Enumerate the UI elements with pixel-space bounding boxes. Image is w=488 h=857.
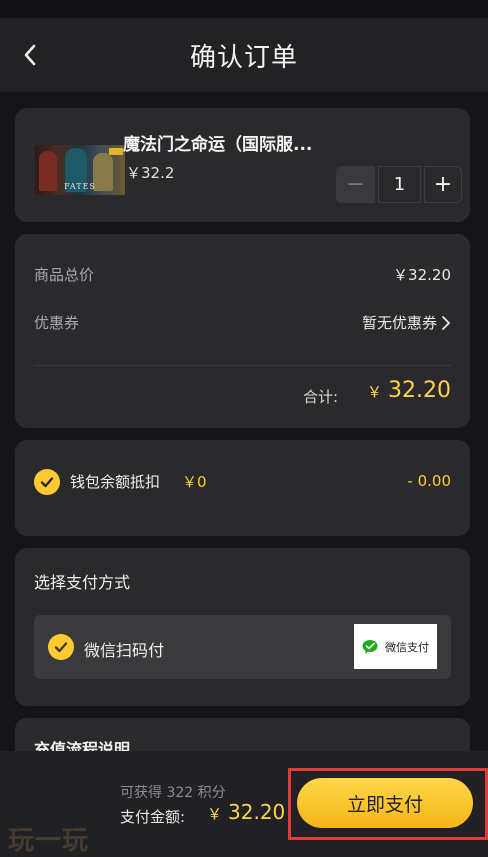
wallet-label: 钱包余额抵扣 — [70, 473, 161, 491]
payment-option-wechat[interactable]: 微信扫码付 微信支付 — [34, 615, 451, 679]
chevron-right-icon — [442, 315, 450, 330]
wechat-pay-logo: 微信支付 — [354, 624, 437, 669]
wechat-pay-icon — [362, 639, 378, 654]
watermark-logo: 玩一玩 — [8, 826, 90, 856]
wallet-deduction: - 0.00 — [407, 472, 451, 490]
product-thumbnail[interactable]: FATES — [35, 145, 125, 195]
payment-option-label: 微信扫码付 — [84, 641, 165, 660]
wechat-pay-text: 微信支付 — [385, 640, 429, 654]
total-value: 32.20 — [388, 378, 451, 403]
increase-quantity-button[interactable]: + — [424, 166, 462, 203]
page-title: 确认订单 — [189, 42, 298, 73]
wallet-card: 钱包余额抵扣 ￥0 - 0.00 — [15, 440, 470, 536]
subtotal-value: ￥32.20 — [393, 266, 451, 284]
coupon-selector[interactable]: 暂无优惠券 — [362, 312, 451, 333]
payment-method-title: 选择支付方式 — [34, 573, 131, 592]
product-price: ￥32.2 — [126, 164, 175, 182]
pay-amount: ￥ 32.20 — [207, 800, 285, 824]
pay-currency: ￥ — [207, 805, 223, 823]
points-earned: 可获得 322 积分 — [120, 785, 226, 801]
wallet-balance: ￥0 — [182, 473, 207, 491]
thumbnail-logo: FATES — [64, 182, 96, 191]
payment-method-card: 选择支付方式 微信扫码付 微信支付 — [15, 548, 470, 706]
pay-amount-label: 支付金额: — [120, 808, 186, 826]
quantity-value[interactable]: 1 — [378, 166, 421, 203]
coupon-value: 暂无优惠券 — [361, 314, 437, 332]
total-label: 合计: — [303, 388, 339, 406]
pay-amount-value: 32.20 — [228, 800, 286, 824]
payment-radio[interactable] — [48, 634, 74, 660]
quantity-stepper: − 1 + — [336, 166, 462, 203]
header-bar: 确认订单 — [0, 18, 488, 92]
product-card: FATES 魔法门之命运（国际服... ￥32.2 − 1 + — [15, 108, 470, 222]
coupon-label: 优惠券 — [34, 314, 80, 332]
product-name: 魔法门之命运（国际服... — [123, 135, 313, 155]
status-strip — [0, 0, 488, 18]
back-button[interactable] — [16, 40, 44, 70]
total-currency: ￥ — [367, 383, 383, 401]
price-summary-card: 商品总价 ￥32.20 优惠券 暂无优惠券 合计: ￥ 32.20 — [15, 234, 470, 428]
wallet-checkbox[interactable] — [34, 469, 60, 495]
chevron-left-icon — [24, 44, 36, 66]
pay-now-button[interactable]: 立即支付 — [297, 778, 473, 828]
thumbnail-badge — [109, 148, 123, 155]
check-icon — [40, 477, 54, 488]
subtotal-label: 商品总价 — [34, 266, 95, 284]
check-icon — [54, 642, 68, 653]
divider — [34, 365, 451, 366]
decrease-quantity-button[interactable]: − — [336, 166, 375, 203]
total-amount: ￥ 32.20 — [367, 378, 451, 403]
